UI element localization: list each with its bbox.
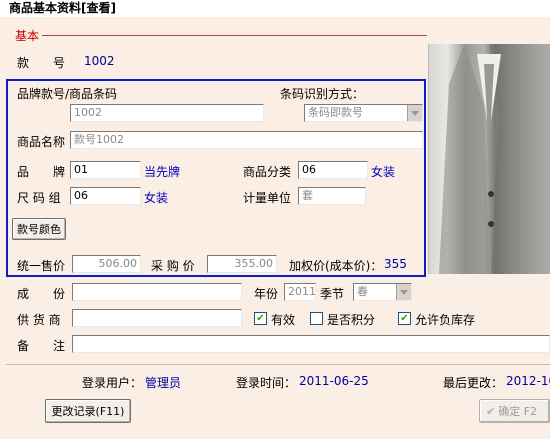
- valid-checkbox[interactable]: ✔: [254, 312, 267, 325]
- chevron-down-icon[interactable]: [407, 105, 422, 121]
- valid-label: 有效: [271, 313, 296, 327]
- unit-field[interactable]: 套: [298, 187, 366, 205]
- brand-code-label: 品牌款号/商品条码: [17, 87, 118, 101]
- product-name-field[interactable]: 款号1002: [70, 131, 423, 149]
- remark-label: 备 注: [17, 339, 66, 353]
- points-label: 是否积分: [327, 313, 376, 327]
- last-modified-value: 2012-10-: [506, 374, 550, 388]
- supplier-field[interactable]: [72, 309, 242, 327]
- year-field[interactable]: 2011: [284, 283, 316, 301]
- composition-field[interactable]: [72, 283, 242, 301]
- points-checkbox[interactable]: [310, 312, 323, 325]
- login-user-value: 管理员: [145, 376, 182, 390]
- negative-stock-checkbox[interactable]: ✔: [398, 312, 411, 325]
- remark-field[interactable]: [72, 335, 550, 353]
- retail-price-label: 统一售价: [17, 259, 66, 273]
- barcode-mode-select[interactable]: 条码即款号: [304, 104, 423, 122]
- last-modified-label: 最后更改：: [443, 376, 504, 390]
- product-photo: [428, 44, 550, 274]
- unit-label: 计量单位: [243, 191, 292, 205]
- supplier-label: 供 货 商: [17, 313, 61, 327]
- brand-label: 品 牌: [17, 165, 66, 179]
- footer-divider: [6, 364, 550, 365]
- chevron-down-icon[interactable]: [396, 284, 411, 300]
- negative-stock-label: 允许负库存: [415, 313, 476, 327]
- confirm-button[interactable]: ✔ 确定 F2: [479, 399, 550, 423]
- window-title: 商品基本资料[查看]: [0, 0, 550, 17]
- season-label: 季节: [320, 287, 345, 301]
- size-group-label: 尺 码 组: [17, 191, 61, 205]
- login-time-label: 登录时间：: [236, 376, 297, 390]
- checkmark-icon: ✔: [256, 312, 265, 324]
- size-group-field[interactable]: 06: [70, 187, 141, 205]
- season-value: 春: [357, 285, 368, 298]
- category-label: 商品分类: [243, 165, 292, 179]
- login-user-label: 登录用户：: [82, 376, 143, 390]
- style-color-button[interactable]: 款号颜色: [12, 218, 66, 240]
- check-icon: ✔: [486, 404, 496, 418]
- suit-image-icon: [439, 44, 550, 274]
- size-group-name-link[interactable]: 女装: [144, 189, 168, 206]
- section-label-basic: 基本: [15, 29, 40, 43]
- section-divider: [42, 35, 427, 36]
- purchase-price-label: 采 购 价: [151, 259, 195, 273]
- style-no-label: 款 号: [17, 56, 66, 70]
- weighted-price-value: 355: [384, 257, 407, 271]
- weighted-price-label: 加权价(成本价)：: [289, 259, 383, 273]
- product-name-label: 商品名称: [17, 135, 66, 149]
- brand-name-link[interactable]: 当先牌: [144, 163, 180, 180]
- barcode-mode-label: 条码识别方式：: [280, 87, 365, 101]
- retail-price-field[interactable]: 506.00: [72, 255, 141, 273]
- category-field[interactable]: 06: [298, 161, 368, 179]
- login-time-value: 2011-06-25: [299, 374, 369, 388]
- composition-label: 成 份: [17, 287, 66, 301]
- category-name-link[interactable]: 女装: [371, 163, 395, 180]
- brand-code-field[interactable]: 1002: [70, 104, 264, 122]
- purchase-price-field[interactable]: 355.00: [207, 255, 277, 273]
- checkmark-icon: ✔: [400, 312, 409, 324]
- style-no-value: 1002: [84, 54, 115, 68]
- year-label: 年份: [254, 287, 279, 301]
- barcode-mode-value: 条码即款号: [308, 106, 363, 119]
- change-log-button[interactable]: 更改记录(F11): [45, 399, 131, 423]
- season-select[interactable]: 春: [353, 283, 412, 301]
- brand-field[interactable]: 01: [70, 161, 141, 179]
- confirm-button-label: 确定 F2: [498, 405, 538, 418]
